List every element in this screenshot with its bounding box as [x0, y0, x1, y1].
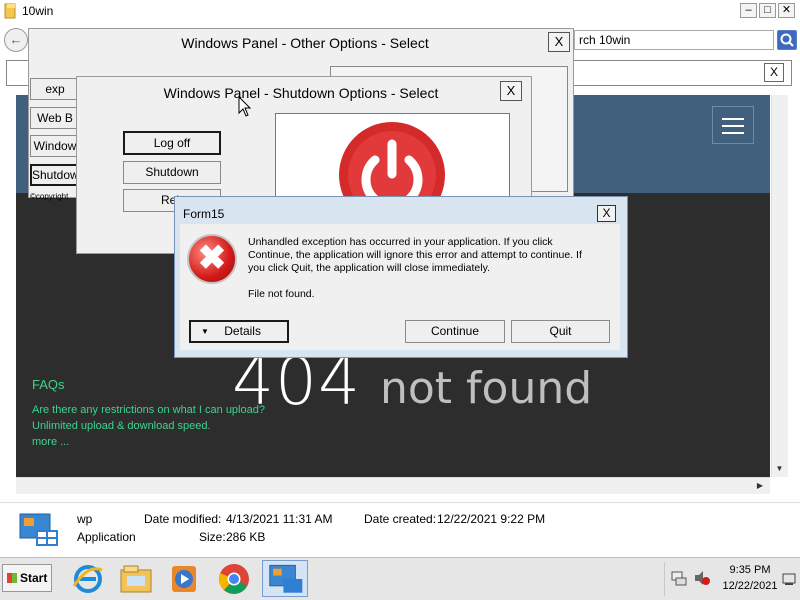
- scroll-right-arrow-icon[interactable]: ▶: [752, 478, 768, 494]
- volume-muted-icon[interactable]: [693, 570, 711, 586]
- active-app-taskbar-button[interactable]: [262, 560, 308, 597]
- window-title: 10win: [22, 4, 54, 18]
- faqs-heading: FAQs: [32, 377, 65, 392]
- faq-link[interactable]: Unlimited upload & download speed.: [32, 420, 211, 432]
- minimize-button[interactable]: –: [740, 3, 757, 18]
- form15-close-button[interactable]: X: [597, 205, 616, 222]
- continue-button[interactable]: Continue: [405, 320, 505, 343]
- show-desktop-icon[interactable]: [782, 572, 796, 586]
- back-arrow-icon[interactable]: ←: [4, 28, 28, 52]
- shutdown-options-button[interactable]: Shutdow: [30, 164, 80, 186]
- size-value: 286 KB: [226, 530, 266, 544]
- explorer-button[interactable]: exp: [30, 78, 80, 100]
- faq-more-link[interactable]: more ...: [32, 436, 69, 448]
- not-found-text: not found: [380, 363, 593, 414]
- app-icon: [269, 564, 303, 593]
- date-modified-label: Date modified:: [144, 512, 222, 526]
- clock-time[interactable]: 9:35 PM: [720, 564, 780, 576]
- copyright-text: ©copyright: [30, 192, 69, 201]
- shutdown-options-close-button[interactable]: X: [500, 81, 522, 101]
- media-player-icon[interactable]: [166, 562, 202, 596]
- shutdown-button[interactable]: Shutdown: [123, 161, 221, 184]
- vertical-scrollbar[interactable]: [771, 95, 788, 477]
- search-icon[interactable]: [777, 30, 797, 50]
- date-modified-value: 4/13/2021 11:31 AM: [226, 512, 333, 526]
- power-icon: [339, 122, 445, 200]
- windows-button[interactable]: Window: [30, 135, 80, 157]
- search-input[interactable]: rch 10win: [574, 30, 774, 50]
- horizontal-scrollbar[interactable]: [16, 477, 770, 494]
- network-icon[interactable]: [671, 570, 687, 586]
- details-pane: [0, 502, 800, 556]
- error-message: Unhandled exception has occurred in your…: [248, 236, 582, 274]
- toolbar-close-button[interactable]: X: [764, 63, 784, 82]
- chrome-icon[interactable]: [216, 562, 252, 596]
- explorer-icon[interactable]: [118, 562, 154, 596]
- log-off-button[interactable]: Log off: [123, 131, 221, 155]
- web-browser-button[interactable]: Web B: [30, 107, 80, 129]
- form15-title: Form15: [183, 207, 225, 221]
- quit-button[interactable]: Quit: [511, 320, 610, 343]
- folder-icon: [4, 3, 16, 19]
- details-button[interactable]: ▼ Details: [189, 320, 289, 343]
- date-created-label: Date created:: [364, 512, 437, 526]
- faq-link[interactable]: Are there any restrictions on what I can…: [32, 404, 265, 416]
- chevron-down-icon: ▼: [201, 327, 209, 336]
- details-button-label: Details: [224, 324, 261, 338]
- mouse-cursor-icon: [238, 96, 252, 117]
- power-image-frame: [275, 113, 510, 201]
- file-name: wp: [77, 512, 93, 526]
- ie-icon[interactable]: [70, 562, 106, 596]
- scroll-down-arrow-icon[interactable]: ▼: [771, 461, 788, 477]
- other-options-close-button[interactable]: X: [548, 32, 570, 52]
- size-label: Size:: [199, 530, 226, 544]
- other-options-title: Windows Panel - Other Options - Select: [181, 35, 429, 51]
- start-button[interactable]: Start: [2, 564, 52, 592]
- system-tray: [664, 562, 716, 596]
- error-x-icon: ✖: [187, 234, 237, 284]
- application-file-icon: [19, 513, 58, 546]
- explorer-titlebar: 10win – □ ✕: [0, 0, 800, 24]
- close-button[interactable]: ✕: [778, 3, 795, 18]
- hamburger-menu-icon[interactable]: [712, 106, 754, 144]
- shutdown-options-title: Windows Panel - Shutdown Options - Selec…: [163, 85, 439, 101]
- clock-date[interactable]: 12/22/2021: [715, 580, 785, 592]
- maximize-button[interactable]: □: [759, 3, 776, 18]
- file-not-found-text: File not found.: [248, 288, 315, 300]
- date-created-value: 12/22/2021 9:22 PM: [437, 512, 546, 526]
- windows-logo-icon: [6, 573, 17, 583]
- start-label: Start: [20, 571, 48, 585]
- file-type: Application: [77, 530, 136, 544]
